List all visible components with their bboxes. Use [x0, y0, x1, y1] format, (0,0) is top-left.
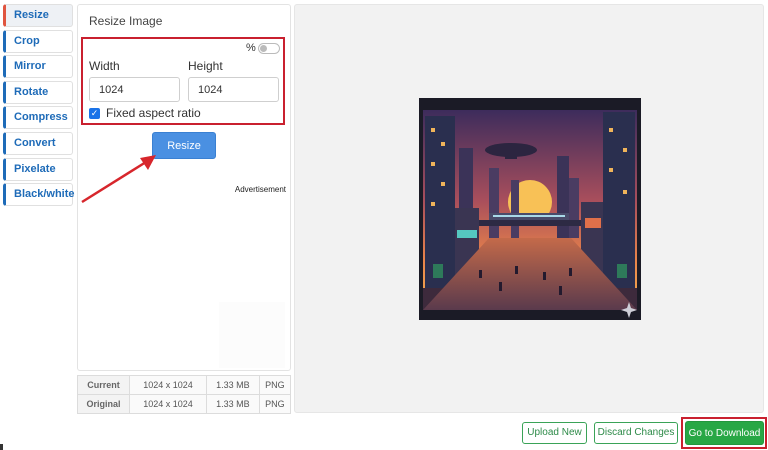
table-row: Current 1024 x 1024 1.33 MB PNG: [77, 375, 292, 395]
fixed-aspect-label: Fixed aspect ratio: [106, 106, 201, 120]
corner-artifact: [0, 444, 3, 450]
percent-toggle[interactable]: [258, 43, 280, 54]
row-label: Current: [77, 375, 130, 395]
fixed-aspect-checkbox[interactable]: ✓: [89, 108, 100, 119]
image-info-table: Current 1024 x 1024 1.33 MB PNG Original…: [77, 375, 292, 414]
nav-item-rotate[interactable]: Rotate: [3, 80, 73, 104]
dimensions-cell: 1024 x 1024: [128, 375, 208, 395]
advertisement-area: [219, 302, 285, 368]
percent-label: %: [246, 42, 256, 54]
nav-item-convert[interactable]: Convert: [3, 131, 73, 155]
toggle-knob: [260, 45, 267, 52]
panel-title: Resize Image: [89, 14, 163, 28]
advertisement-label: Advertisement: [234, 185, 286, 194]
width-label: Width: [89, 59, 120, 73]
width-input[interactable]: [89, 77, 180, 102]
format-cell: PNG: [258, 394, 292, 414]
tool-nav: Resize Crop Mirror Rotate Compress Conve…: [3, 4, 75, 209]
format-cell: PNG: [258, 375, 292, 395]
table-row: Original 1024 x 1024 1.33 MB PNG: [77, 394, 292, 414]
nav-item-black-white[interactable]: Black/white: [3, 183, 75, 207]
go-to-download-button[interactable]: Go to Download: [685, 421, 764, 445]
height-input[interactable]: [188, 77, 279, 102]
image-preview-area: [294, 4, 764, 413]
nav-item-compress[interactable]: Compress: [3, 106, 73, 130]
size-cell: 1.33 MB: [206, 394, 260, 414]
resize-settings-panel: Resize Image % Width Height ✓ Fixed aspe…: [77, 4, 291, 371]
upload-new-button[interactable]: Upload New: [522, 422, 587, 444]
dimensions-cell: 1024 x 1024: [128, 394, 208, 414]
discard-changes-button[interactable]: Discard Changes: [594, 422, 678, 444]
preview-image: [419, 98, 641, 320]
nav-item-mirror[interactable]: Mirror: [3, 55, 73, 79]
resize-button[interactable]: Resize: [152, 132, 216, 159]
row-label: Original: [77, 394, 130, 414]
height-label: Height: [188, 59, 223, 73]
nav-item-pixelate[interactable]: Pixelate: [3, 157, 73, 181]
size-cell: 1.33 MB: [206, 375, 260, 395]
nav-item-crop[interactable]: Crop: [3, 29, 73, 53]
nav-item-resize[interactable]: Resize: [3, 4, 73, 27]
